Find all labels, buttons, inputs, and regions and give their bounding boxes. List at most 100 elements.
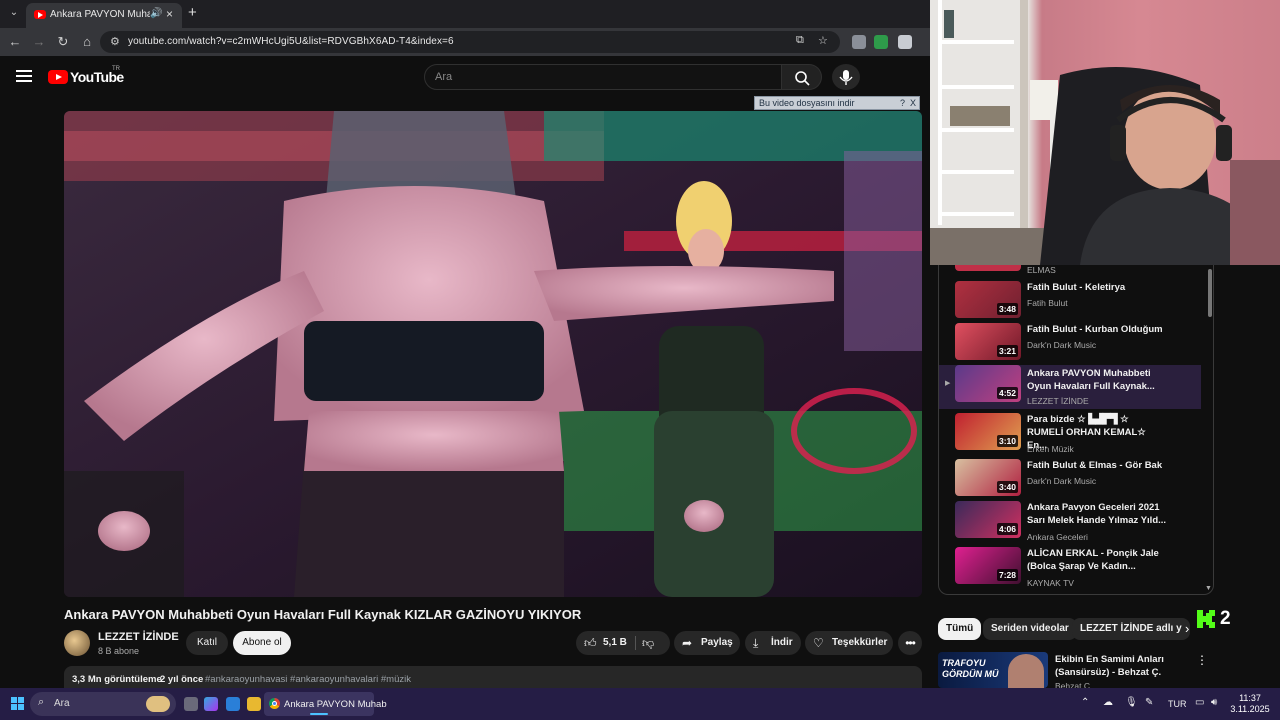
chip-all[interactable]: Tümü	[938, 618, 982, 640]
cast-icon[interactable]: ⧉	[796, 34, 804, 47]
recommended-thumbnail-face	[1008, 654, 1044, 688]
tab-search-dropdown-icon[interactable]: ⌄	[6, 5, 22, 21]
extension-shield-icon[interactable]	[852, 35, 866, 49]
reload-button[interactable]: ↻	[54, 33, 72, 51]
hamburger-menu-icon[interactable]	[16, 70, 32, 82]
download-helper-help[interactable]: ?	[900, 97, 905, 109]
search-button[interactable]	[782, 64, 822, 90]
subscribe-button[interactable]: Abone ol	[233, 631, 291, 655]
home-button[interactable]: ⌂	[78, 33, 96, 51]
download-helper-close[interactable]: X	[910, 97, 916, 109]
tab-close-icon[interactable]: ×	[166, 7, 173, 21]
playlist-title: ALİCAN ERKAL - Ponçik Jale (Bolca Şarap …	[1027, 548, 1159, 572]
video-frame-image	[64, 111, 922, 597]
taskbar-chrome-label: Ankara PAVYON Muhab	[284, 699, 387, 710]
recommended-thumbnail[interactable]: TRAFOYU GÖRDÜN MÜ	[938, 652, 1048, 688]
kick-logo-icon	[1197, 610, 1215, 628]
clock-date: 3.11.2025	[1230, 704, 1270, 714]
video-player[interactable]	[64, 111, 922, 597]
search-placeholder: Ara	[435, 71, 453, 83]
join-button[interactable]: Katıl	[186, 631, 228, 655]
video-title: Ankara PAVYON Muhabbeti Oyun Havaları Fu…	[64, 607, 582, 622]
tray-volume-icon[interactable]: 🔊︎	[1211, 697, 1217, 708]
bookmark-star-icon[interactable]: ☆	[818, 34, 828, 47]
playlist-item[interactable]: 7:28 ALİCAN ERKAL - Ponçik Jale (Bolca Ş…	[947, 547, 1209, 591]
webcam-overlay	[930, 0, 1280, 265]
file-explorer-icon[interactable]	[247, 697, 261, 711]
site-info-icon[interactable]: ⚙	[110, 35, 120, 48]
youtube-page: YouTube TR Ara Bu video dosyasını indir …	[0, 56, 930, 688]
chips-next-arrow-icon[interactable]: ›	[1185, 621, 1189, 636]
extension-green-icon[interactable]	[874, 35, 888, 49]
microphone-icon	[839, 70, 853, 85]
playlist-thumbnail: 4:06	[955, 501, 1021, 538]
like-count[interactable]: 5,1 B	[603, 631, 627, 655]
chip-channel[interactable]: LEZZET İZİNDE adlı y	[1072, 618, 1190, 640]
windows-start-icon[interactable]	[11, 697, 25, 711]
taskbar-clock[interactable]: 11:37 3.11.2025	[1228, 693, 1272, 715]
chrome-icon-center	[272, 701, 277, 706]
channel-avatar[interactable]	[64, 630, 90, 656]
hashtags[interactable]: #ankaraoyunhavasi #ankaraoyunhavalari #m…	[205, 674, 411, 685]
more-actions-button[interactable]: •••	[898, 631, 922, 655]
edge-icon[interactable]	[226, 697, 240, 711]
youtube-logo[interactable]: YouTube TR	[48, 66, 128, 86]
forward-button[interactable]: →	[30, 33, 48, 51]
search-input[interactable]: Ara	[424, 64, 782, 90]
playlist-item[interactable]: 3:48 Fatih Bulut - Keletirya Fatih Bulut	[947, 281, 1209, 325]
video-download-helper-bar[interactable]: Bu video dosyasını indir ? X	[754, 96, 920, 110]
more-horizontal-icon: •••	[905, 636, 916, 650]
tray-pen-icon[interactable]: ✎	[1145, 697, 1153, 708]
youtube-play-logo-icon	[48, 70, 68, 84]
playlist-channel: LEZZET İZİNDE	[1027, 396, 1089, 406]
address-bar[interactable]: ⚙ youtube.com/watch?v=c2mWHcUgi5U&list=R…	[100, 31, 840, 53]
back-button[interactable]: ←	[6, 33, 24, 51]
extension-folder-icon[interactable]	[898, 35, 912, 49]
playlist-scrollbar[interactable]	[1208, 269, 1212, 317]
tray-network-icon[interactable]: ▭	[1195, 697, 1204, 708]
playlist-item[interactable]: 3:21 Fatih Bulut - Kurban Olduğum Dark'n…	[947, 323, 1209, 367]
thanks-button[interactable]: ♡ Teşekkürler	[805, 631, 893, 655]
recommended-more-icon[interactable]: ⋮	[1196, 653, 1208, 667]
scroll-down-arrow-icon[interactable]: ▼	[1205, 585, 1212, 592]
channel-name[interactable]: LEZZET İZİNDE	[98, 631, 179, 643]
playlist-thumbnail: 3:10	[955, 413, 1021, 450]
playlist-channel: Dark'n Dark Music	[1027, 340, 1097, 350]
tray-overflow-icon[interactable]: ⌃	[1081, 697, 1089, 708]
task-view-icon[interactable]	[184, 697, 198, 711]
download-button[interactable]: ⤓ İndir	[745, 631, 801, 655]
kick-count: 2	[1220, 608, 1231, 629]
chip-series-videos[interactable]: Seriden videolar	[983, 618, 1077, 640]
download-helper-label[interactable]: Bu video dosyasını indir	[759, 98, 855, 108]
tab-audio-icon[interactable]: 🔊	[150, 8, 162, 19]
playlist-item-active[interactable]: ▶ 4:52 Ankara PAVYON Muhabbeti Oyun Hava…	[939, 365, 1201, 409]
playlist-thumbnail: 4:52	[955, 365, 1021, 402]
voice-search-button[interactable]	[832, 64, 860, 90]
playlist-item[interactable]: 4:06 Ankara Pavyon Geceleri 2021 Sarı Me…	[947, 501, 1209, 545]
thanks-icon: ♡	[813, 636, 824, 650]
taskbar-chrome-window[interactable]: Ankara PAVYON Muhab	[264, 692, 387, 716]
like-icon[interactable]: 👍︎	[584, 631, 597, 655]
tray-cloud-icon[interactable]: ☁	[1103, 697, 1113, 708]
filter-chips: Tümü Seriden videolar LEZZET İZİNDE adlı…	[938, 618, 1198, 642]
playlist-title: Fatih Bulut & Elmas - Gör Bak	[1027, 460, 1163, 471]
tray-language[interactable]: TUR	[1168, 699, 1187, 709]
recommended-title[interactable]: Ekibin En Samimi Anları (Sansürsüz) - Be…	[1055, 653, 1185, 679]
playlist-item[interactable]: 3:40 Fatih Bulut & Elmas - Gör Bak Dark'…	[947, 459, 1209, 503]
playlist-title: Ankara Pavyon Geceleri 2021 Sarı Melek H…	[1027, 502, 1167, 526]
browser-tab-active[interactable]: Ankara PAVYON Muhabbeti 🔊 ×	[26, 3, 182, 28]
dislike-icon[interactable]: 👎︎	[642, 631, 654, 655]
tray-mic-icon[interactable]: 🎙︎	[1125, 697, 1138, 708]
playlist-duration: 4:06	[996, 523, 1018, 535]
url-text[interactable]: youtube.com/watch?v=c2mWHcUgi5U&list=RDV…	[128, 36, 454, 47]
copilot-icon[interactable]	[204, 697, 218, 711]
new-tab-button[interactable]: +	[188, 5, 197, 21]
browser-tab-strip: ⌄ Ankara PAVYON Muhabbeti 🔊 × +	[0, 0, 930, 28]
share-button[interactable]: ➦ Paylaş	[674, 631, 740, 655]
view-count: 3,3 Mn görüntüleme	[72, 674, 162, 685]
description-box[interactable]: 3,3 Mn görüntüleme 2 yıl önce #ankaraoyu…	[64, 666, 922, 688]
playlist-thumbnail: 3:48	[955, 281, 1021, 318]
search-highlight-icon	[146, 696, 170, 712]
playlist-item[interactable]: 3:10 Para bizde ☆ ▙▟▛▜ ☆ RUMELİ ORHAN KE…	[947, 413, 1209, 457]
taskbar-search[interactable]: ⌕ Ara	[30, 692, 176, 716]
